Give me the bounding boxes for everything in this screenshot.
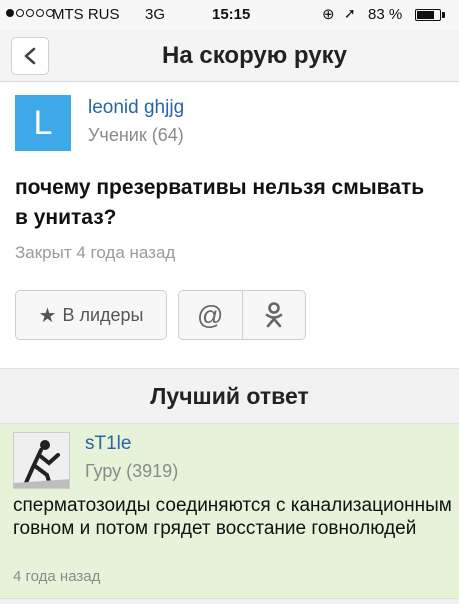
question-status: Закрыт 4 года назад [15, 243, 176, 262]
page-title: На скорую руку [162, 42, 347, 69]
rotation-lock-icon: ⊕ [322, 6, 335, 23]
question-author-avatar[interactable]: L [15, 95, 71, 151]
answer-author-rank: Гуру (3919) [85, 461, 179, 481]
status-bar: MTS RUS 3G 15:15 ⊕ ➚ 83 % [0, 0, 459, 30]
answer-text: сперматозоиды соединяются с канализацион… [13, 495, 452, 539]
network-type: 3G [145, 6, 166, 23]
best-answer-header: Лучший ответ [0, 368, 459, 424]
add-to-leaders-button[interactable]: ★ В лидеры [15, 290, 167, 340]
share-odnoklassniki-button[interactable] [241, 291, 306, 339]
battery-percent: 83 % [368, 6, 403, 23]
question-text: почему презервативы нельзя смывать в уни… [15, 176, 425, 229]
answer-author-avatar[interactable] [13, 432, 70, 489]
chevron-left-icon [24, 47, 36, 65]
next-section-edge [0, 598, 459, 604]
question-author-name[interactable]: leonid ghjjg [88, 97, 184, 119]
battery-icon [415, 9, 441, 21]
answer-timestamp: 4 года назад [13, 568, 101, 585]
share-mail-button[interactable]: @ [179, 291, 242, 339]
carrier-name: MTS RUS [52, 6, 120, 23]
nav-bar: На скорую руку [0, 30, 459, 82]
answer-author-name[interactable]: sT1le [85, 433, 131, 455]
question-author-rank: Ученик (64) [88, 125, 184, 145]
location-arrow-icon: ➚ [344, 5, 356, 21]
at-sign-icon: @ [197, 299, 224, 330]
status-time: 15:15 [212, 6, 251, 23]
best-answer-card: sT1le Гуру (3919) сперматозоиды соединяю… [0, 424, 459, 598]
signal-strength-icon [6, 9, 54, 17]
odnoklassniki-icon [265, 302, 283, 328]
avatar-initial: L [33, 103, 53, 142]
battery-cap [442, 12, 445, 18]
leaders-button-label: В лидеры [62, 304, 144, 325]
avatar-photo-icon [14, 433, 69, 488]
share-button-group: @ [178, 290, 306, 340]
star-icon: ★ [38, 304, 57, 327]
back-button[interactable] [11, 37, 49, 75]
